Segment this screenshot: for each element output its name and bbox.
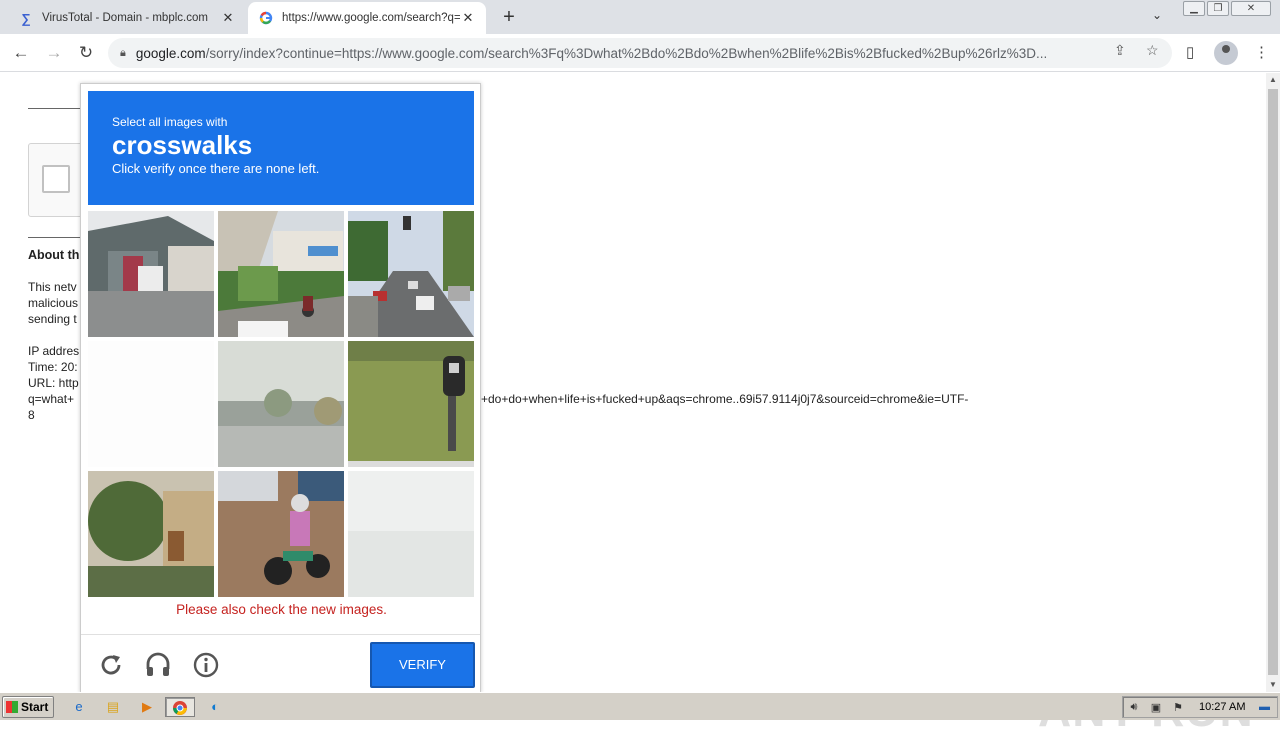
minimize-button[interactable]: ▁ [1183, 1, 1205, 16]
recaptcha-challenge: Select all images with crosswalks Click … [80, 83, 481, 693]
para-line: sending t [28, 312, 77, 326]
back-arrow-icon[interactable]: ← [10, 42, 32, 64]
image-tile[interactable] [218, 211, 344, 337]
about-heading: About th [28, 248, 80, 262]
info-line: URL: http [28, 376, 79, 390]
edge-icon[interactable]: ◐ [204, 697, 226, 717]
side-panel-icon[interactable]: ▯ [1186, 43, 1194, 61]
chrome-icon[interactable] [165, 697, 195, 717]
start-label: Start [21, 700, 49, 714]
challenge-target: crosswalks [112, 130, 253, 160]
verify-button[interactable]: VERIFY [370, 642, 475, 688]
tab-google[interactable]: https://www.google.com/search?q= ✕ [248, 2, 486, 34]
close-icon[interactable]: ✕ [460, 10, 476, 26]
reload-icon[interactable]: ↻ [75, 42, 97, 64]
scroll-up-icon[interactable]: ▲ [1266, 73, 1280, 87]
challenge-footer: VERIFY [81, 634, 480, 692]
scroll-thumb[interactable] [1268, 89, 1278, 675]
image-tile[interactable] [88, 341, 214, 467]
info-line: IP addres [28, 344, 80, 358]
divider [28, 237, 80, 238]
instruction-small: Select all images with [112, 115, 228, 129]
scroll-down-icon[interactable]: ▼ [1266, 678, 1280, 692]
image-tile[interactable] [218, 341, 344, 467]
image-tile[interactable] [348, 471, 474, 597]
profile-avatar-icon[interactable] [1214, 41, 1238, 65]
tab-title: https://www.google.com/search?q= [282, 12, 460, 24]
chevron-down-icon[interactable]: ⌄ [1152, 8, 1162, 22]
instruction-sub: Click verify once there are none left. [112, 161, 320, 176]
network-icon[interactable]: ▣ [1145, 701, 1167, 714]
window-controls: ▁ ❐ ✕ [1183, 1, 1271, 17]
page-content: About th This netv malicious sending t I… [0, 73, 1266, 736]
show-desktop-icon[interactable]: ▬ [1253, 701, 1275, 713]
share-icon[interactable]: ⇪ [1114, 42, 1126, 59]
para-line: This netv [28, 280, 77, 294]
info-line: q=what+ [28, 392, 75, 406]
info-icon[interactable] [192, 651, 220, 679]
reload-icon[interactable] [97, 651, 125, 679]
tab-strip: ∑ VirusTotal - Domain - mbplc.com ✕ http… [0, 0, 1280, 34]
vertical-scrollbar[interactable]: ▲ ▼ [1266, 73, 1280, 692]
windows-flag-icon [6, 701, 18, 713]
recaptcha-checkbox[interactable] [42, 165, 70, 193]
image-tile[interactable] [348, 341, 474, 467]
info-line: 8 [28, 408, 35, 422]
media-player-icon[interactable]: ▶ [136, 697, 158, 717]
challenge-header: Select all images with crosswalks Click … [88, 91, 474, 205]
folder-icon[interactable]: ▤ [102, 697, 124, 717]
image-tile[interactable] [88, 211, 214, 337]
new-tab-button[interactable]: + [498, 6, 520, 28]
url-path: /sorry/index?continue=https://www.google… [205, 45, 1048, 61]
divider [28, 108, 80, 109]
close-window-button[interactable]: ✕ [1231, 1, 1271, 16]
forward-arrow-icon[interactable]: → [43, 42, 65, 64]
google-icon [258, 10, 274, 26]
menu-dots-icon[interactable]: ⋮ [1254, 43, 1269, 61]
url-tail: +do+do+when+life+is+fucked+up&aqs=chrome… [481, 392, 969, 406]
image-tile[interactable] [218, 471, 344, 597]
clock: 10:27 AM [1199, 701, 1246, 713]
info-line: Time: 20: [28, 360, 78, 374]
tab-title: VirusTotal - Domain - mbplc.com [42, 12, 208, 24]
image-grid [88, 211, 474, 597]
lock-icon[interactable]: 🔒︎ [120, 47, 126, 60]
url-host: google.com [135, 45, 206, 61]
virustotal-icon: ∑ [21, 10, 31, 26]
tab-virustotal[interactable]: ∑ VirusTotal - Domain - mbplc.com ✕ [8, 2, 246, 34]
system-tray: 🔊︎ ▣ ⚑ 10:27 AM ▬ [1122, 696, 1278, 718]
error-message: Please also check the new images. [176, 602, 387, 617]
taskbar: Start e ▤ ▶ ◐ 🔊︎ ▣ ⚑ 10:27 AM ▬ [0, 692, 1280, 720]
flag-icon[interactable]: ⚑ [1167, 701, 1189, 714]
close-icon[interactable]: ✕ [220, 10, 236, 26]
star-icon[interactable]: ☆ [1146, 42, 1159, 59]
ie-icon[interactable]: e [68, 697, 90, 717]
speaker-icon[interactable]: 🔊︎ [1123, 701, 1145, 714]
restore-button[interactable]: ❐ [1207, 1, 1229, 16]
address-bar[interactable]: 🔒︎ google.com /sorry/index?continue=http… [108, 38, 1172, 68]
para-line: malicious [28, 296, 79, 310]
headphones-icon[interactable] [144, 651, 172, 679]
image-tile[interactable] [348, 211, 474, 337]
image-tile[interactable] [88, 471, 214, 597]
browser-toolbar: ← → ↻ 🔒︎ google.com /sorry/index?continu… [0, 34, 1280, 72]
start-button[interactable]: Start [2, 696, 54, 718]
